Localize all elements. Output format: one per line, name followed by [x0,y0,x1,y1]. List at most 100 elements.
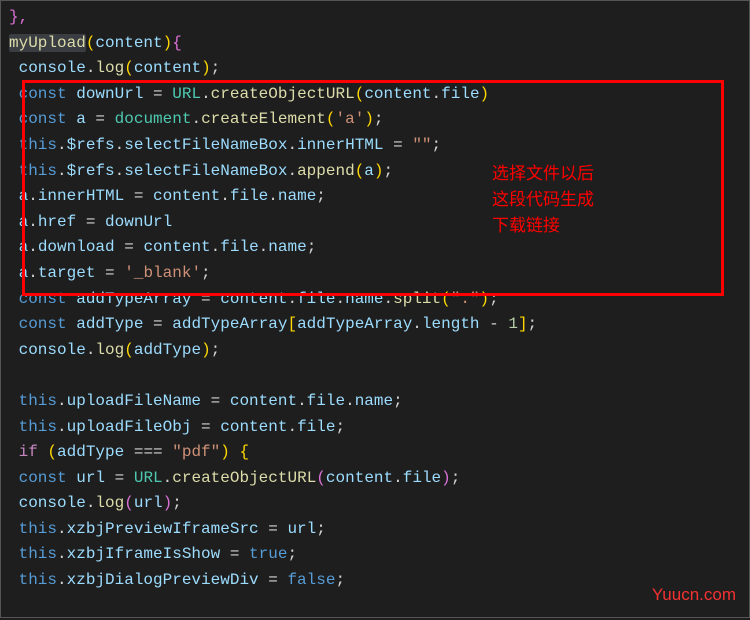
code-token: = [259,571,288,589]
code-token: ( [441,290,451,308]
code-token: createObjectURL [172,469,316,487]
code-line[interactable]: a.innerHTML = content.file.name; [9,184,741,210]
code-line[interactable]: const addType = addTypeArray[addTypeArra… [9,312,741,338]
code-line[interactable]: this.uploadFileName = content.file.name; [9,389,741,415]
code-token: xzbjDialogPreviewDiv [67,571,259,589]
code-token: ; [393,392,403,410]
code-token [9,235,19,261]
code-token: ) [201,341,211,359]
code-token: $refs [67,162,115,180]
code-token: log [95,59,124,77]
code-token: ( [124,494,134,512]
code-token: ; [172,494,182,512]
code-token: ; [384,162,394,180]
code-line[interactable]: const downUrl = URL.createObjectURL(cont… [9,82,741,108]
code-token: ; [335,571,345,589]
code-token: ; [374,110,384,128]
code-line[interactable] [9,363,741,389]
code-line[interactable]: a.target = '_blank'; [9,261,741,287]
code-token: URL [172,85,201,103]
code-token: ; [287,545,297,563]
code-token: split [393,290,441,308]
code-token: $refs [67,136,115,154]
code-token: true [249,545,287,563]
code-token: . [57,571,67,589]
code-line[interactable]: this.uploadFileObj = content.file; [9,415,741,441]
code-token: ( [355,162,365,180]
code-token: = [143,315,172,333]
code-token: . [57,162,67,180]
code-token [9,338,19,364]
code-token: ( [124,59,134,77]
code-token: ; [451,469,461,487]
code-token [9,415,19,441]
code-token: file [441,85,479,103]
code-line[interactable]: a.download = content.file.name; [9,235,741,261]
code-token: ] [518,315,528,333]
code-line[interactable]: if (addType === "pdf") { [9,440,741,466]
code-token [9,389,19,415]
code-token: . [220,187,230,205]
code-token: content [230,392,297,410]
code-token: . [384,290,394,308]
code-token: . [57,520,67,538]
code-token: append [297,162,355,180]
code-token: addTypeArray [76,290,191,308]
code-token: ( [47,443,57,461]
code-line[interactable]: const addTypeArray = content.file.name.s… [9,287,741,313]
code-line[interactable]: const url = URL.createObjectURL(content.… [9,466,741,492]
code-token [9,440,19,466]
code-line[interactable]: const a = document.createElement('a'); [9,107,741,133]
code-token: content [134,59,201,77]
code-token: 1 [508,315,518,333]
code-token: . [57,392,67,410]
code-line[interactable]: this.$refs.selectFileNameBox.append(a); [9,159,741,185]
code-line[interactable]: this.$refs.selectFileNameBox.innerHTML =… [9,133,741,159]
code-token: ) [480,85,490,103]
code-token [9,261,19,287]
code-line[interactable]: this.xzbjIframeIsShow = true; [9,542,741,568]
code-token: . [28,213,38,231]
code-token [9,82,19,108]
code-token: this [19,545,57,563]
code-token: . [335,290,345,308]
code-token: = [201,392,230,410]
code-line[interactable]: }, [9,5,741,31]
code-line[interactable]: console.log(content); [9,56,741,82]
code-token: ) [480,290,490,308]
code-token: ; [528,315,538,333]
code-line[interactable]: this.xzbjDialogPreviewDiv = false; [9,568,741,594]
code-token: = [220,545,249,563]
code-token: uploadFileObj [67,418,192,436]
code-token: this [19,418,57,436]
code-token: addType [76,315,143,333]
code-token: addTypeArray [297,315,412,333]
code-editor[interactable]: },myUpload(content){ console.log(content… [0,0,750,618]
code-token: "" [412,136,431,154]
code-token: ( [355,85,365,103]
code-token: myUpload [9,34,86,52]
code-token: . [412,315,422,333]
code-token: . [57,136,67,154]
code-token: xzbjPreviewIframeSrc [67,520,259,538]
code-token: "pdf" [172,443,220,461]
code-line[interactable]: this.xzbjPreviewIframeSrc = url; [9,517,741,543]
code-token: name [278,187,316,205]
code-token: const [19,290,67,308]
code-token: content [220,418,287,436]
code-token: === [124,443,172,461]
code-token: file [230,187,268,205]
code-line[interactable]: console.log(url); [9,491,741,517]
code-line[interactable]: console.log(addType); [9,338,741,364]
code-token: . [28,264,38,282]
code-token: . [259,238,269,256]
code-line[interactable]: a.href = downUrl [9,210,741,236]
code-token: uploadFileName [67,392,201,410]
code-line[interactable]: myUpload(content){ [9,31,741,57]
code-token: . [297,392,307,410]
code-token: . [57,418,67,436]
code-token: ; [489,290,499,308]
code-token: = [76,213,105,231]
code-token: a [19,187,29,205]
code-token: content [153,187,220,205]
